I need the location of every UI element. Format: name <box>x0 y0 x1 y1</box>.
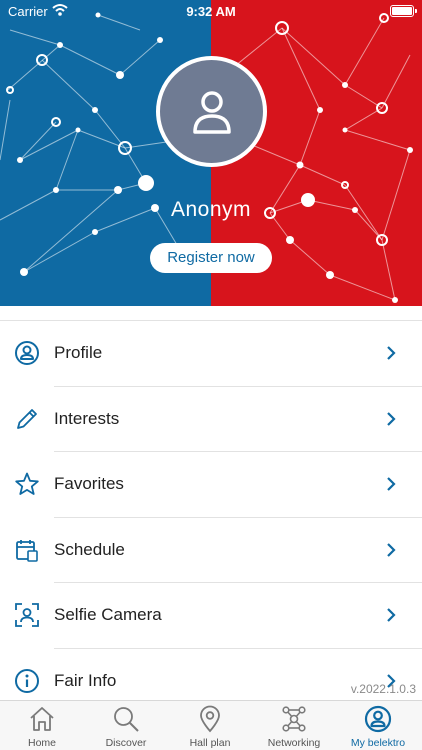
menu-item-label: Schedule <box>54 539 125 559</box>
status-time: 9:32 AM <box>186 4 236 19</box>
tab-label: Networking <box>267 737 321 749</box>
tab-home[interactable]: Home <box>0 701 84 750</box>
tab-label: Hall plan <box>189 737 231 749</box>
user-silhouette-icon <box>192 90 231 134</box>
menu-item-label: Fair Info <box>54 670 117 690</box>
tab-label: Discover <box>105 737 147 749</box>
app-version: v.2022.1.0.3 <box>350 682 416 696</box>
search-icon <box>114 707 139 732</box>
home-icon <box>30 707 54 731</box>
star-icon <box>15 472 39 495</box>
profile-header: Carrier 9:32 AM Anonym Register now <box>0 0 422 306</box>
tab-bar: Home Discover Hall plan Networking My be… <box>0 700 422 750</box>
menu-item-selfie-camera[interactable]: Selfie Camera <box>0 583 422 649</box>
chevron-right-icon <box>387 477 396 491</box>
tab-discover[interactable]: Discover <box>84 701 168 750</box>
menu-item-label: Profile <box>54 343 103 362</box>
menu-item-label: Favorites <box>54 474 124 493</box>
tab-networking[interactable]: Networking <box>252 701 336 750</box>
chevron-right-icon <box>387 411 396 426</box>
chevron-right-icon <box>387 346 396 360</box>
user-name: Anonym <box>170 198 252 221</box>
map-pin-icon <box>200 705 220 733</box>
tab-label: Home <box>27 737 56 749</box>
calendar-icon <box>16 539 38 562</box>
menu-item-favorites[interactable]: Favorites <box>0 452 422 518</box>
battery-icon <box>390 5 417 17</box>
menu-item-interests[interactable]: Interests <box>0 387 422 452</box>
selfie-camera-icon <box>15 603 39 627</box>
avatar[interactable] <box>156 56 267 167</box>
tab-hall-plan[interactable]: Hall plan <box>168 701 252 750</box>
menu-item-label: Interests <box>54 408 120 428</box>
user-circle-icon <box>15 341 39 365</box>
pencil-icon <box>17 408 37 429</box>
tab-label: My belektro <box>350 737 406 749</box>
menu-item-label: Selfie Camera <box>54 605 162 624</box>
chevron-right-icon <box>387 542 396 557</box>
app-screen: Carrier 9:32 AM Anonym Register now Prof… <box>0 0 422 750</box>
tab-my-belektro[interactable]: My belektro <box>336 701 420 750</box>
network-icon <box>282 706 306 732</box>
user-circle-icon <box>364 705 392 733</box>
register-now-button[interactable]: Register now <box>150 243 272 273</box>
menu-list: Profile Interests Favorites Schedule Sel… <box>0 321 422 714</box>
status-bar: Carrier 9:32 AM <box>0 0 422 24</box>
info-icon <box>15 668 39 693</box>
chevron-right-icon <box>387 608 396 622</box>
menu-item-schedule[interactable]: Schedule <box>0 518 422 583</box>
menu-item-profile[interactable]: Profile <box>0 321 422 387</box>
